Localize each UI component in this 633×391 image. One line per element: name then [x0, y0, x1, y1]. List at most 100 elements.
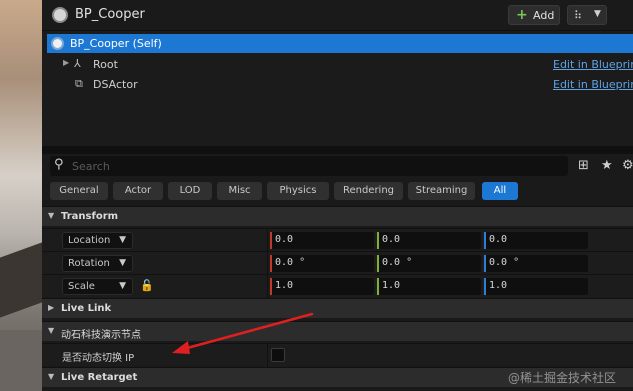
panel-header: BP_Cooper + Add ⠷ ▼ [42, 0, 633, 30]
tree-item-dsactor[interactable]: ⧉ DSActor Edit in Blueprint [42, 74, 633, 94]
axis-y-marker [377, 278, 379, 295]
property-rotation: Rotation ▼ 0.0 ° 0.0 ° 0.0 ° [42, 251, 633, 275]
expand-arrow-icon: ▶ [48, 303, 55, 312]
tab-rendering[interactable]: Rendering [334, 182, 403, 200]
property-location: Location ▼ 0.0 0.0 0.0 [42, 228, 633, 252]
search-box: ⚲ [50, 156, 568, 176]
axis-z-marker [484, 232, 486, 249]
scale-z-field[interactable]: 1.0 [484, 278, 588, 295]
section-label: Live Link [61, 303, 112, 314]
column-divider[interactable] [267, 344, 268, 367]
field-value: 0.0 ° [489, 257, 520, 268]
scale-x-field[interactable]: 1.0 [270, 278, 374, 295]
field-value: 1.0 [275, 280, 294, 291]
field-value: 0.0 [275, 234, 294, 245]
tab-streaming[interactable]: Streaming [408, 182, 475, 200]
scene-object [0, 242, 42, 318]
location-y-field[interactable]: 0.0 [377, 232, 481, 249]
rotation-dropdown[interactable]: Rotation ▼ [62, 255, 133, 272]
actor-title: BP_Cooper [75, 7, 145, 22]
location-x-field[interactable]: 0.0 [270, 232, 374, 249]
column-divider[interactable] [267, 229, 268, 252]
details-search-bar: ⚲ ⊞ ★ ⚙ [42, 154, 633, 178]
rotation-x-field[interactable]: 0.0 ° [270, 255, 374, 272]
tab-all[interactable]: All [482, 182, 518, 200]
component-options-button[interactable]: ⠷ ▼ [567, 5, 607, 25]
tree-item-label: BP_Cooper (Self) [70, 37, 162, 50]
details-panel: BP_Cooper + Add ⠷ ▼ BP_Cooper (Self) ▶ ⅄… [42, 0, 633, 391]
tab-lod[interactable]: LOD [168, 182, 212, 200]
add-component-button[interactable]: + Add [508, 5, 560, 25]
axis-z-marker [484, 255, 486, 272]
component-tree: BP_Cooper (Self) ▶ ⅄ Root Edit in Bluepr… [42, 30, 633, 146]
category-filter-tabs: General Actor LOD Misc Physics Rendering… [42, 180, 633, 204]
chevron-down-icon: ▼ [119, 235, 126, 245]
section-transform[interactable]: ▼ Transform [42, 206, 633, 226]
expand-arrow-icon[interactable]: ▶ [63, 58, 69, 67]
section-label: Transform [61, 211, 119, 222]
tab-misc[interactable]: Misc [217, 182, 262, 200]
property-matrix-icon[interactable]: ⊞ [578, 158, 589, 173]
component-icon: ⧉ [75, 77, 83, 90]
tree-item-label: Root [93, 58, 118, 71]
viewport-background [0, 0, 42, 391]
section-label: Live Retarget [61, 372, 138, 383]
scene-root-icon: ⅄ [74, 57, 81, 70]
search-input[interactable] [72, 158, 552, 174]
settings-gear-icon[interactable]: ⚙ [622, 158, 633, 173]
rotation-y-field[interactable]: 0.0 ° [377, 255, 481, 272]
section-custom-node[interactable]: ▼ 动石科技演示节点 [42, 321, 633, 341]
axis-y-marker [377, 255, 379, 272]
rotation-z-field[interactable]: 0.0 ° [484, 255, 588, 272]
search-icon: ⚲ [54, 157, 64, 172]
section-live-link[interactable]: ▶ Live Link [42, 298, 633, 318]
field-value: 0.0 ° [275, 257, 306, 268]
dynamic-ip-checkbox[interactable] [271, 348, 285, 362]
chevron-down-icon: ▼ [119, 258, 126, 268]
chevron-down-icon: ▼ [594, 9, 601, 19]
tree-item-self[interactable]: BP_Cooper (Self) [47, 34, 633, 53]
property-dynamic-ip-switch: 是否动态切换 IP [42, 343, 633, 367]
location-dropdown[interactable]: Location ▼ [62, 232, 133, 249]
column-divider[interactable] [267, 275, 268, 298]
blueprint-actor-icon [51, 37, 64, 50]
tab-actor[interactable]: Actor [113, 182, 163, 200]
field-value: 1.0 [382, 280, 401, 291]
field-value: 1.0 [489, 280, 508, 291]
tab-general[interactable]: General [50, 182, 108, 200]
dropdown-label: Location [68, 235, 111, 246]
section-label: 动石科技演示节点 [61, 330, 141, 341]
collapse-arrow-icon: ▼ [48, 326, 55, 335]
axis-z-marker [484, 278, 486, 295]
favorites-star-icon[interactable]: ★ [601, 158, 613, 173]
lock-icon[interactable]: 🔓 [140, 279, 154, 292]
collapse-arrow-icon: ▼ [48, 211, 55, 220]
axis-x-marker [270, 278, 272, 295]
axis-y-marker [377, 232, 379, 249]
tree-item-label: DSActor [93, 78, 138, 91]
field-value: 0.0 [489, 234, 508, 245]
plus-icon: + [516, 7, 528, 23]
add-label: Add [533, 9, 555, 22]
blueprint-actor-icon [52, 7, 68, 23]
axis-x-marker [270, 232, 272, 249]
property-label: 是否动态切换 IP [62, 353, 135, 364]
column-divider[interactable] [267, 252, 268, 275]
scene-floor [0, 330, 42, 391]
axis-x-marker [270, 255, 272, 272]
panel-splitter[interactable] [42, 146, 633, 154]
field-value: 0.0 [382, 234, 401, 245]
scale-dropdown[interactable]: Scale ▼ [62, 278, 133, 295]
property-scale: Scale ▼ 🔓 1.0 1.0 1.0 [42, 274, 633, 298]
tree-item-root[interactable]: ▶ ⅄ Root Edit in Blueprint [42, 54, 633, 74]
watermark: @稀土掘金技术社区 [508, 371, 617, 385]
edit-in-blueprint-link[interactable]: Edit in Blueprint [553, 58, 633, 71]
edit-in-blueprint-link[interactable]: Edit in Blueprint [553, 78, 633, 91]
hierarchy-icon: ⠷ [574, 9, 583, 22]
chevron-down-icon: ▼ [119, 281, 126, 291]
scale-y-field[interactable]: 1.0 [377, 278, 481, 295]
dropdown-label: Scale [68, 281, 95, 292]
tab-physics[interactable]: Physics [267, 182, 329, 200]
field-value: 0.0 ° [382, 257, 413, 268]
location-z-field[interactable]: 0.0 [484, 232, 588, 249]
